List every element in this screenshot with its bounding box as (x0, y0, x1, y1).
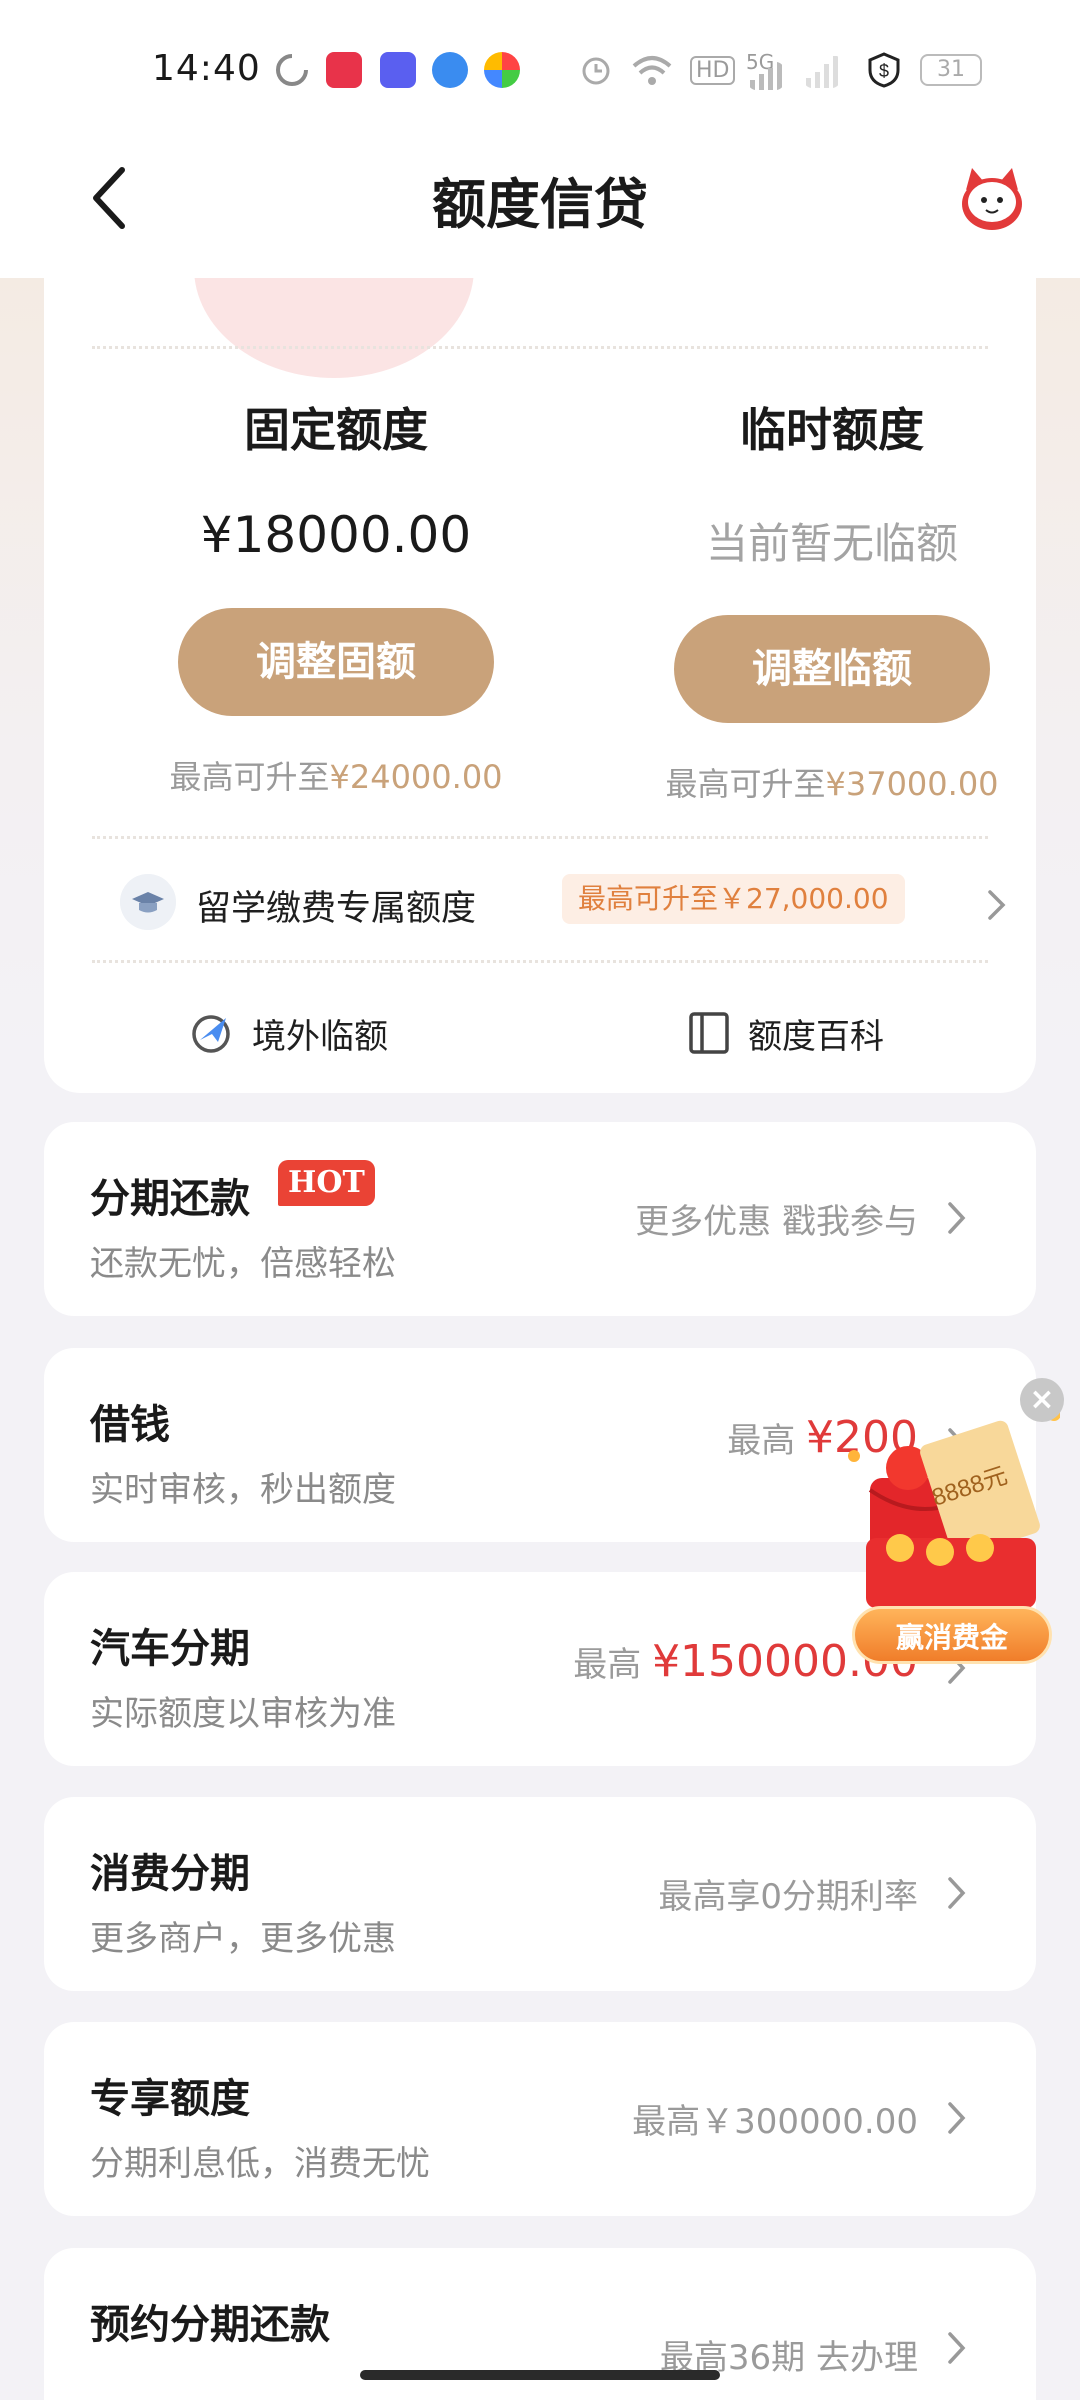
promo-close-icon[interactable]: × (1020, 1378, 1064, 1422)
wifi-icon (632, 56, 672, 85)
service-title: 预约分期还款 (90, 2302, 330, 2348)
page-title: 额度信贷 (432, 173, 648, 236)
hd-label: HD (690, 56, 736, 85)
chevron-right-icon (948, 1202, 966, 1234)
service-card-consumer-installment[interactable]: 消费分期 更多商户，更多优惠 最高享0分期利率 (44, 1797, 1036, 1991)
divider (92, 960, 988, 963)
temp-max-prefix: 最高可升至 (665, 765, 826, 803)
mascot-cat-icon[interactable] (954, 160, 1030, 236)
adjust-fixed-button[interactable]: 调整固额 (178, 608, 494, 716)
service-right-label: 更多优惠 戳我参与 (635, 1202, 918, 1242)
signal-icon (750, 62, 782, 90)
graduation-cap-icon (120, 874, 176, 930)
service-right-text: 最高享0分期利率 (658, 1869, 918, 1918)
video-app-icon (326, 52, 362, 88)
service-right-text: 更多优惠 戳我参与 (635, 1194, 918, 1243)
tieba-app-icon (380, 52, 416, 88)
overseas-quota-link[interactable]: 境外临额 (190, 998, 388, 1068)
study-abroad-row[interactable]: 留学缴费专属额度 最高可升至￥27,000.00 (120, 868, 1010, 940)
service-right-text: 最高￥300000.00 (632, 2094, 918, 2143)
quota-wiki-label: 额度百科 (748, 1016, 884, 1057)
shield-dollar-icon: $ (868, 52, 900, 88)
overseas-quota-label: 境外临额 (252, 1016, 388, 1057)
service-subtitle: 更多商户，更多优惠 (90, 1919, 396, 1959)
feather-app-icon (432, 52, 468, 88)
service-right-label: 最高￥300000.00 (632, 2102, 918, 2142)
service-right-label: 最高 (573, 1645, 653, 1685)
service-title: 汽车分期 (90, 1626, 250, 1672)
fixed-quota-title: 固定额度 (244, 403, 428, 457)
adjust-temp-button[interactable]: 调整临额 (674, 615, 990, 723)
fixed-max-amount: ¥24000.00 (329, 758, 503, 796)
fixed-max-prefix: 最高可升至 (169, 758, 330, 796)
quota-links: 境外临额 额度百科 (44, 998, 1036, 1068)
service-card-exclusive-quota[interactable]: 专享额度 分期利息低，消费无忧 最高￥300000.00 (44, 2022, 1036, 2216)
service-title: 专享额度 (90, 2076, 250, 2122)
study-abroad-label: 留学缴费专属额度 (196, 889, 477, 929)
home-indicator[interactable] (360, 2370, 720, 2380)
chevron-right-icon (948, 2332, 966, 2364)
service-subtitle: 实际额度以审核为准 (90, 1694, 396, 1734)
nav-bar: 额度信贷 (0, 130, 1080, 278)
temp-quota-title: 临时额度 (740, 403, 924, 457)
promo-label[interactable]: 赢消费金 (852, 1606, 1052, 1664)
temp-quota-status: 当前暂无临额 (705, 519, 958, 568)
hot-badge: HOT (278, 1160, 375, 1206)
status-bar: 14:40 HD 5G $ 31 (0, 0, 1080, 130)
battery-icon: 31 (920, 54, 982, 86)
fixed-quota-amount: ¥18000.00 (200, 506, 472, 564)
temp-max-amount: ¥37000.00 (825, 765, 999, 803)
decorative-arc (194, 278, 474, 378)
alarm-icon (582, 57, 610, 85)
chevron-right-icon (948, 1877, 966, 1909)
service-subtitle: 还款无忧，倍感轻松 (90, 1244, 396, 1284)
status-time: 14:40 (152, 48, 261, 89)
temp-max-line: 最高可升至¥37000.00 (632, 759, 1032, 805)
service-title: 分期还款 (90, 1176, 250, 1222)
service-subtitle: 实时审核，秒出额度 (90, 1470, 396, 1510)
service-right-label: 最高享0分期利率 (658, 1877, 918, 1917)
loading-icon (276, 54, 308, 86)
chevron-right-icon (988, 890, 1006, 920)
divider (92, 836, 988, 839)
quota-card: 固定额度 ¥18000.00 调整固额 最高可升至¥24000.00 临时额度 … (44, 278, 1036, 1093)
pinwheel-app-icon (484, 52, 520, 88)
svg-text:$: $ (879, 61, 889, 81)
quota-wiki-link[interactable]: 额度百科 (686, 998, 884, 1068)
divider (92, 346, 988, 349)
book-icon (689, 1012, 729, 1054)
fixed-max-line: 最高可升至¥24000.00 (136, 752, 536, 798)
temp-quota-column: 临时额度 当前暂无临额 调整临额 最高可升至¥37000.00 (632, 394, 1032, 805)
service-title: 消费分期 (90, 1851, 250, 1897)
chevron-right-icon (948, 2102, 966, 2134)
service-title: 借钱 (90, 1402, 170, 1448)
service-right-label: 最高 (727, 1421, 807, 1461)
signal-2-icon (806, 56, 838, 88)
service-subtitle: 分期利息低，消费无忧 (90, 2144, 430, 2184)
fixed-quota-column: 固定额度 ¥18000.00 调整固额 最高可升至¥24000.00 (136, 394, 536, 798)
service-card-installment-repay[interactable]: 分期还款 HOT 还款无忧，倍感轻松 更多优惠 戳我参与 (44, 1122, 1036, 1316)
study-abroad-tag: 最高可升至￥27,000.00 (562, 874, 905, 924)
overseas-plane-icon (192, 1015, 230, 1053)
